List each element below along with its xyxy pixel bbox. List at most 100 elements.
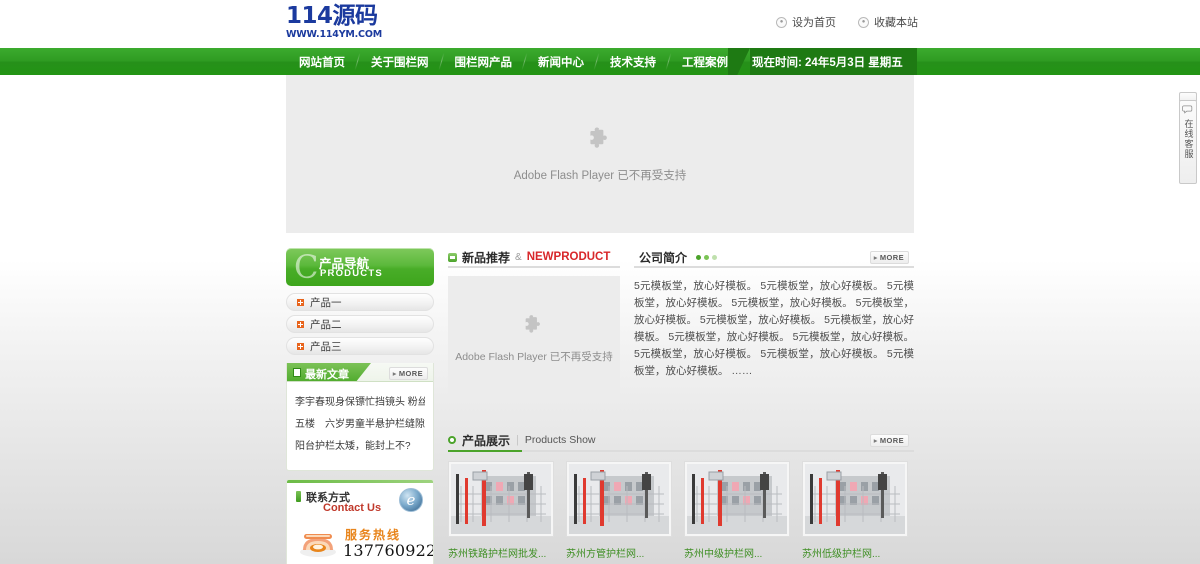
page-root: 114源码 WWW.114YM.COM ● 设为首页 ● 收藏本站 网站首页 关…	[0, 0, 1200, 564]
nav-right-filler	[914, 48, 1200, 75]
bookmark-icon	[296, 491, 301, 502]
company-intro-header: 公司简介 MORE	[634, 248, 914, 268]
article-link-1[interactable]: 李宇春现身保镖忙挡镜头 粉丝贴	[295, 396, 425, 409]
product-nav-item-3[interactable]: 产品三	[286, 337, 434, 355]
puzzle-piece-icon	[525, 315, 540, 333]
contact-top-bar	[287, 480, 433, 483]
site-header: 114源码 WWW.114YM.COM ● 设为首页 ● 收藏本站	[0, 0, 1200, 48]
list-square-icon	[448, 252, 457, 262]
nav-item-about[interactable]: 关于围栏网	[358, 48, 442, 75]
product-nav-item-2[interactable]: 产品二	[286, 315, 434, 333]
new-product-header: 新品推荐 & NEWPRODUCT	[448, 248, 620, 268]
product-caption-3: 苏州中级护栏网...	[684, 549, 763, 560]
products-show-title-cn: 产品展示	[462, 433, 511, 448]
home-icon: ●	[776, 16, 787, 28]
set-homepage-link[interactable]: ● 设为首页	[776, 14, 836, 30]
latest-articles-header: 最新文章 MORE	[287, 363, 433, 382]
contact-box: 联系方式 Contact Us 服务热线 13776092255	[286, 479, 434, 564]
company-intro-section: 公司简介 MORE 5元模板堂，放心好模板。 5元模板堂，放心好模板。 5元模板…	[634, 248, 914, 380]
plus-square-icon	[297, 298, 304, 306]
products-show-underline	[448, 450, 522, 452]
products-show-more-button[interactable]: MORE	[869, 434, 909, 447]
product-thumbnail-2[interactable]	[566, 461, 672, 537]
decorative-dots	[696, 254, 718, 260]
company-intro-more-button[interactable]: MORE	[869, 251, 909, 264]
site-logo[interactable]: 114源码 WWW.114YM.COM	[286, 4, 382, 40]
latest-articles-more-button[interactable]: MORE	[388, 367, 428, 380]
header-utility-links: ● 设为首页 ● 收藏本站	[776, 14, 918, 30]
nav-item-support[interactable]: 技术支持	[597, 48, 669, 75]
article-link-3[interactable]: 阳台护栏太矮，能封上不?	[295, 440, 425, 453]
company-intro-title: 公司简介	[639, 250, 688, 265]
fence-photo	[451, 464, 551, 534]
product-caption-4: 苏州低级护栏网...	[802, 549, 881, 560]
product-nav-item-2-label: 产品二	[310, 318, 342, 331]
fence-photo	[569, 464, 669, 534]
dot-1	[696, 254, 702, 260]
product-thumbnail-1[interactable]	[448, 461, 554, 537]
nav-clock-tail	[728, 48, 750, 75]
product-card-4[interactable]: 苏州低级护栏网...	[802, 461, 908, 560]
circle-icon	[448, 436, 456, 444]
nav-item-products[interactable]: 围栏网产品	[442, 48, 526, 75]
product-thumbnail-3[interactable]	[684, 461, 790, 537]
dot-3	[712, 254, 718, 260]
product-nav-title-en: PRODUCTS	[320, 268, 383, 279]
latest-articles-title: 最新文章	[305, 369, 349, 381]
telephone-icon	[300, 534, 336, 557]
new-product-title-cn: 新品推荐	[462, 250, 511, 265]
puzzle-piece-icon	[590, 127, 607, 148]
latest-articles-box: 最新文章 MORE 李宇春现身保镖忙挡镜头 粉丝贴 五楼 六岁男童半悬护栏缝隙中…	[286, 363, 434, 471]
product-nav-item-3-label: 产品三	[310, 340, 342, 353]
new-product-flash-placeholder: Adobe Flash Player 已不再受支持	[448, 276, 620, 401]
star-icon: ●	[858, 16, 869, 28]
nav-clock: 现在时间: 24年5月3日 星期五	[728, 48, 917, 75]
chat-bubble-icon	[1182, 105, 1193, 114]
company-intro-text: 5元模板堂，放心好模板。 5元模板堂，放心好模板。 5元模板堂，放心好模板。 5…	[634, 280, 915, 377]
online-service-widget[interactable]: 在线客服	[1179, 100, 1197, 184]
product-nav-item-1[interactable]: 产品一	[286, 293, 434, 311]
document-icon	[293, 368, 301, 377]
product-caption-2: 苏州方管护栏网...	[566, 549, 645, 560]
product-nav-letter: C	[294, 248, 319, 286]
article-link-2[interactable]: 五楼 六岁男童半悬护栏缝隙中	[295, 418, 425, 431]
plus-square-icon	[297, 320, 304, 328]
product-nav-header: C 产品导航 PRODUCTS	[286, 248, 434, 286]
hotline-number: 13776092255	[343, 541, 433, 560]
banner-flash-message: Adobe Flash Player 已不再受支持	[513, 170, 687, 182]
online-service-label: 在线客服	[1183, 119, 1194, 159]
bookmark-site-link[interactable]: ● 收藏本站	[858, 14, 918, 30]
products-show-title-en: Products Show	[524, 434, 596, 446]
dot-2	[704, 254, 710, 260]
product-thumbnail-4[interactable]	[802, 461, 908, 537]
bookmark-site-label: 收藏本站	[874, 17, 918, 29]
products-show-grid: 苏州铁路护栏网批发... 苏州方管护栏网... 苏州中级护栏网... 苏州低级护…	[448, 461, 914, 560]
product-card-3[interactable]: 苏州中级护栏网...	[684, 461, 790, 560]
new-product-flash-message: Adobe Flash Player 已不再受支持	[455, 351, 613, 363]
product-nav-item-1-label: 产品一	[310, 296, 342, 309]
nav-item-home[interactable]: 网站首页	[286, 48, 358, 75]
products-show-header: 产品展示 | Products Show MORE	[448, 430, 914, 452]
banner-flash-placeholder: Adobe Flash Player 已不再受支持	[286, 75, 914, 233]
logo-main-text: 114源码	[286, 3, 378, 29]
left-sidebar: C 产品导航 PRODUCTS 产品一 产品二 产品三 最新文章 ▸ MORE …	[286, 248, 434, 564]
nav-clock-label: 现在时间: 24年5月3日 星期五	[750, 48, 917, 75]
product-card-1[interactable]: 苏州铁路护栏网批发...	[448, 461, 554, 560]
new-product-section: 新品推荐 & NEWPRODUCT Adobe Flash Player 已不再…	[448, 248, 620, 401]
fence-photo	[687, 464, 787, 534]
logo-sub-text: WWW.114YM.COM	[286, 29, 382, 40]
products-show-section: 产品展示 | Products Show MORE	[448, 430, 914, 560]
latest-articles-list: 李宇春现身保镖忙挡镜头 粉丝贴 五楼 六岁男童半悬护栏缝隙中 阳台护栏太矮，能封…	[287, 382, 433, 470]
qq-chat-icon[interactable]	[399, 488, 423, 512]
new-product-title-en: NEWPRODUCT	[526, 251, 611, 263]
nav-item-news[interactable]: 新闻中心	[525, 48, 597, 75]
product-card-2[interactable]: 苏州方管护栏网...	[566, 461, 672, 560]
set-homepage-label: 设为首页	[792, 17, 836, 29]
product-caption-1: 苏州铁路护栏网批发...	[448, 549, 547, 560]
product-nav-list: 产品一 产品二 产品三	[286, 293, 434, 355]
contact-title-en: Contact Us	[323, 502, 382, 514]
plus-square-icon	[297, 342, 304, 350]
fence-photo	[805, 464, 905, 534]
products-show-separator: |	[516, 434, 519, 446]
new-product-amp: &	[515, 251, 522, 263]
